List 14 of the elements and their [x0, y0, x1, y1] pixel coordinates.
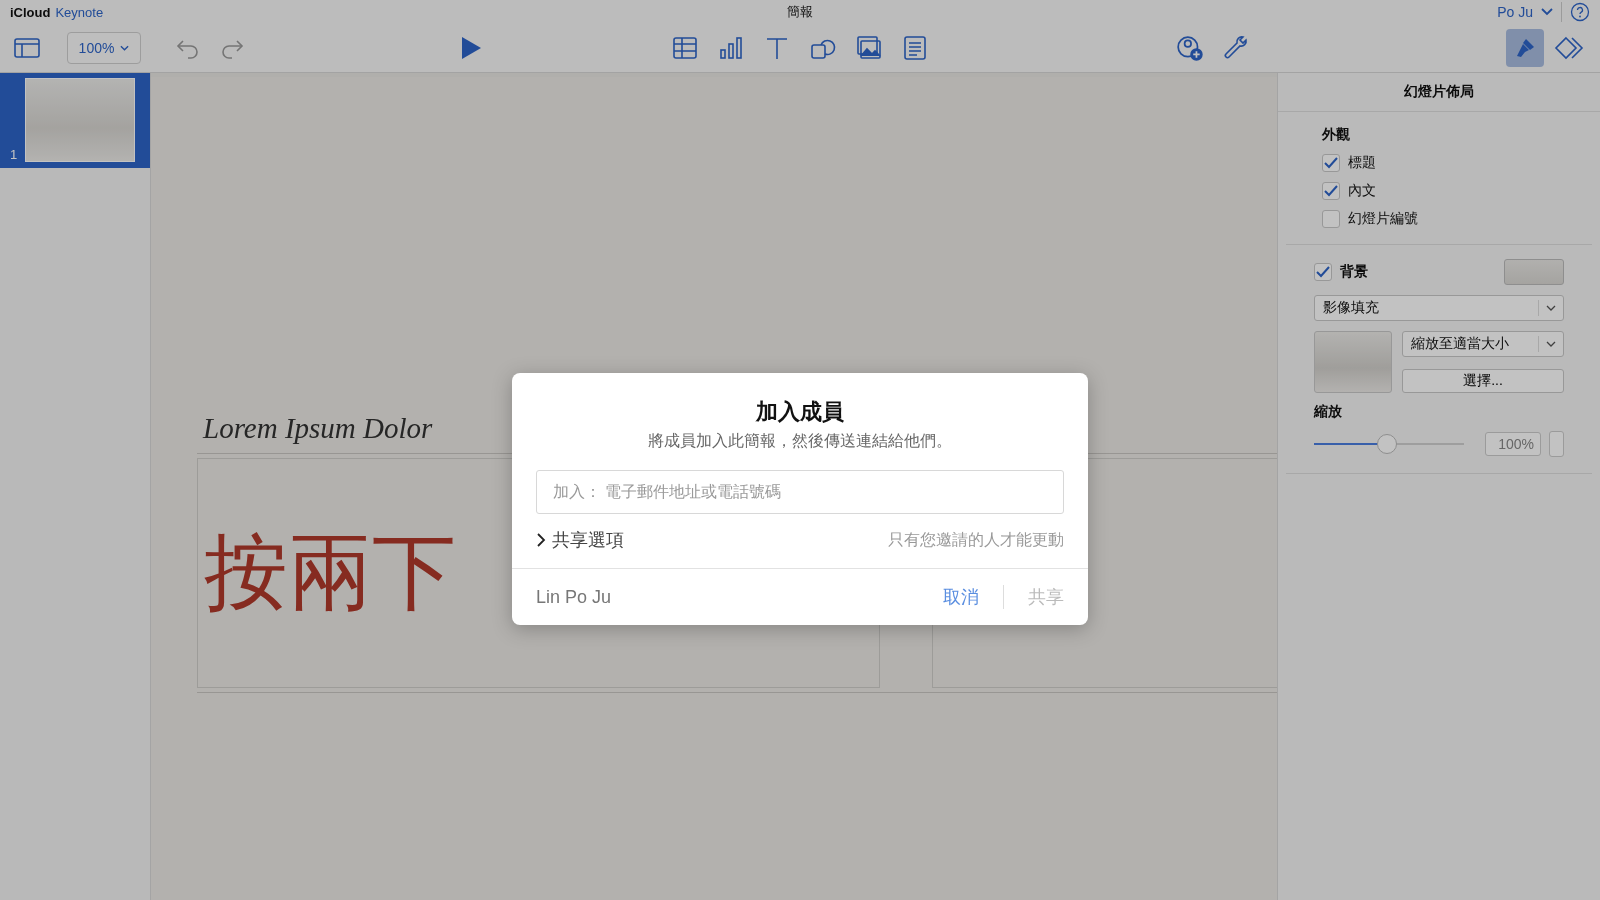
permission-note: 只有您邀請的人才能更動 [888, 529, 1064, 550]
document-title: 簡報 [787, 4, 813, 19]
owner-name: Lin Po Ju [536, 586, 612, 608]
checkbox-label: 內文 [1348, 182, 1376, 200]
slide-number: 1 [10, 147, 18, 162]
inspector-title: 幻燈片佈局 [1278, 73, 1600, 112]
dialog-subtitle: 將成員加入此簡報，然後傳送連結給他們。 [647, 431, 953, 451]
section-heading: 外觀 [1322, 126, 1351, 144]
section-heading: 縮放 [1314, 403, 1343, 421]
checkbox-label: 標題 [1348, 154, 1376, 172]
checkbox-label: 背景 [1340, 263, 1368, 281]
dialog-title: 加入成員 [754, 398, 845, 426]
slide-body-text: 按兩下 [204, 525, 456, 621]
checkbox-label: 幻燈片編號 [1348, 210, 1418, 228]
